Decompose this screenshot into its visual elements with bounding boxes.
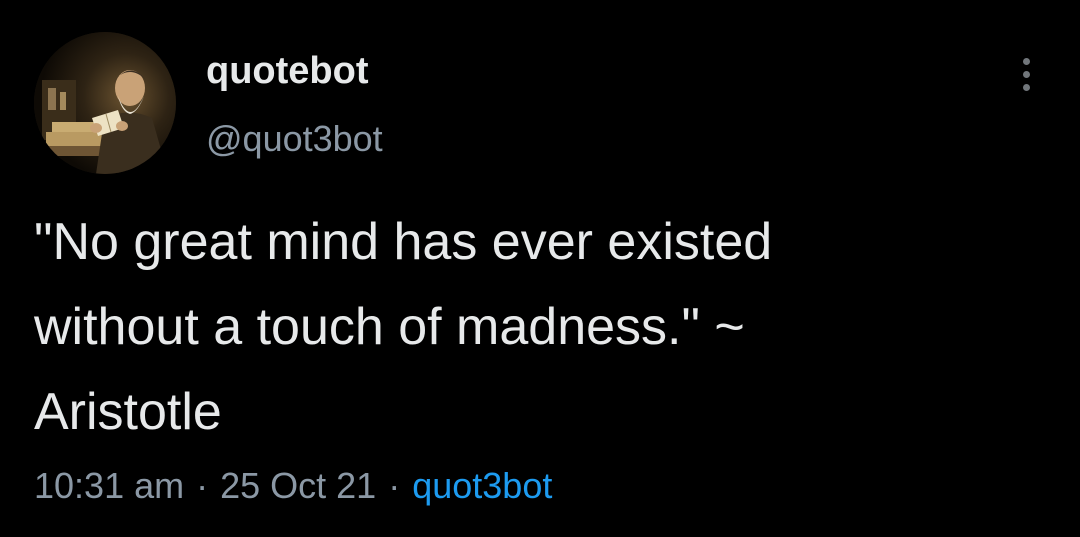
tweet-text-line: Aristotle [34,383,222,441]
scholar-painting-avatar-icon [34,32,176,174]
tweet-source-link[interactable]: quot3bot [412,465,552,506]
tweet-metadata: 10:31 am · 25 Oct 21 · quot3bot [34,462,552,510]
more-vertical-icon [1022,57,1030,65]
author-handle[interactable]: @quot3bot [206,116,383,162]
separator-dot: · [196,465,209,506]
tweet-text-line: "No great mind has ever existed [34,213,773,271]
tweet-text-line: without a touch of madness." ~ [34,298,745,356]
more-vertical-icon-dot [1022,70,1030,78]
tweet-date[interactable]: 25 Oct 21 [220,465,376,506]
more-vertical-icon-dot [1022,83,1030,91]
tweet-card: quotebot @quot3bot "No great mind has ev… [0,0,1080,537]
avatar[interactable] [34,32,176,174]
author-display-name[interactable]: quotebot [206,48,369,94]
separator-dot: · [388,465,401,506]
tweet-time[interactable]: 10:31 am [34,465,184,506]
more-options-button[interactable] [1006,52,1046,96]
tweet-text: "No great mind has ever existed without … [34,200,1044,455]
